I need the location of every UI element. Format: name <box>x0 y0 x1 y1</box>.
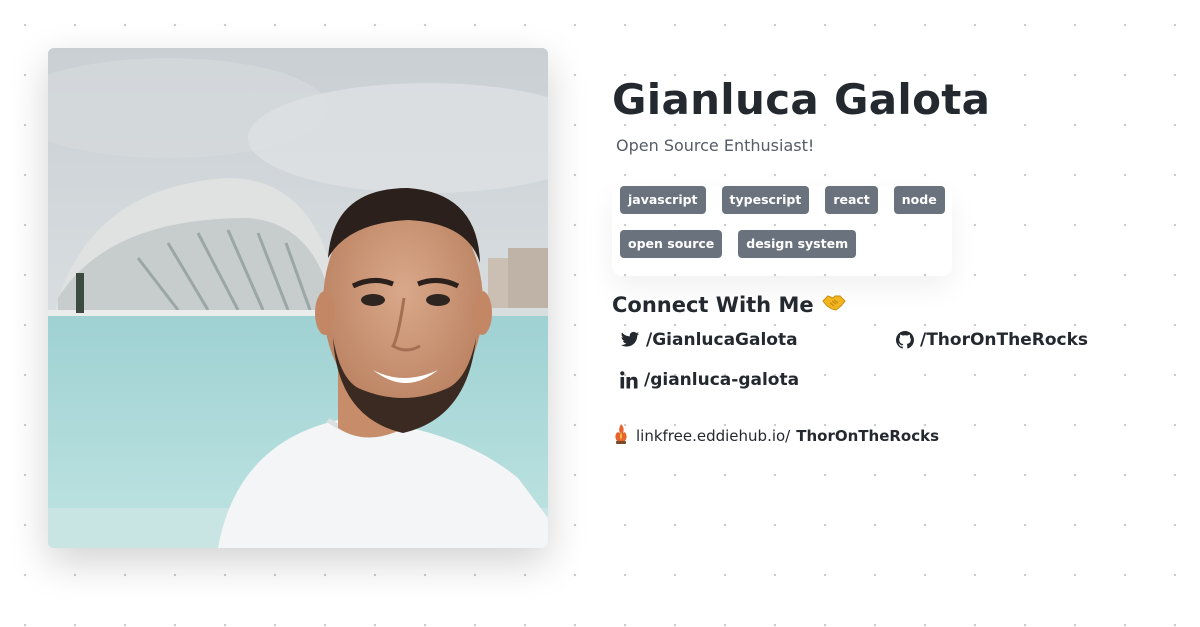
github-handle: /ThorOnTheRocks <box>920 330 1089 350</box>
github-link[interactable]: /ThorOnTheRocks <box>896 330 1088 350</box>
connect-heading: Connect With Me <box>612 290 1172 320</box>
profile-info: Gianluca Galota Open Source Enthusiast! … <box>612 72 1172 448</box>
linkedin-handle: /gianluca-galota <box>644 370 800 390</box>
twitter-icon <box>620 331 640 349</box>
profile-photo-image <box>48 48 548 548</box>
twitter-link[interactable]: /GianlucaGalota <box>620 330 798 350</box>
tag-typescript[interactable]: typescript <box>721 186 810 214</box>
profile-photo <box>48 48 548 548</box>
tag-javascript[interactable]: javascript <box>620 186 706 214</box>
profile-bio: Open Source Enthusiast! <box>616 136 815 155</box>
handshake-icon <box>821 290 846 320</box>
tag-row: open source design system <box>620 230 952 258</box>
linkfree-username: ThorOnTheRocks <box>796 427 940 445</box>
linkfree-logo <box>612 424 630 448</box>
linkedin-link[interactable]: /gianluca-galota <box>620 370 799 390</box>
linkedin-icon <box>620 371 638 389</box>
profile-name: Gianluca Galota <box>612 75 991 124</box>
social-links: /GianlucaGalota /ThorOnTheRocks /gianluc… <box>620 330 1172 416</box>
tag-react[interactable]: react <box>825 186 878 214</box>
linkfree-link[interactable]: linkfree.eddiehub.io/ ThorOnTheRocks <box>612 424 1172 448</box>
github-icon <box>896 331 914 349</box>
linkfree-domain: linkfree.eddiehub.io/ <box>636 427 791 445</box>
tag-list: javascript typescript react node open so… <box>612 186 952 276</box>
tag-open-source[interactable]: open source <box>620 230 723 258</box>
connect-heading-text: Connect With Me <box>612 293 814 317</box>
twitter-handle: /GianlucaGalota <box>646 330 798 350</box>
tag-row: javascript typescript react node <box>620 186 952 214</box>
tag-node[interactable]: node <box>893 186 945 214</box>
tag-design-system[interactable]: design system <box>738 230 857 258</box>
